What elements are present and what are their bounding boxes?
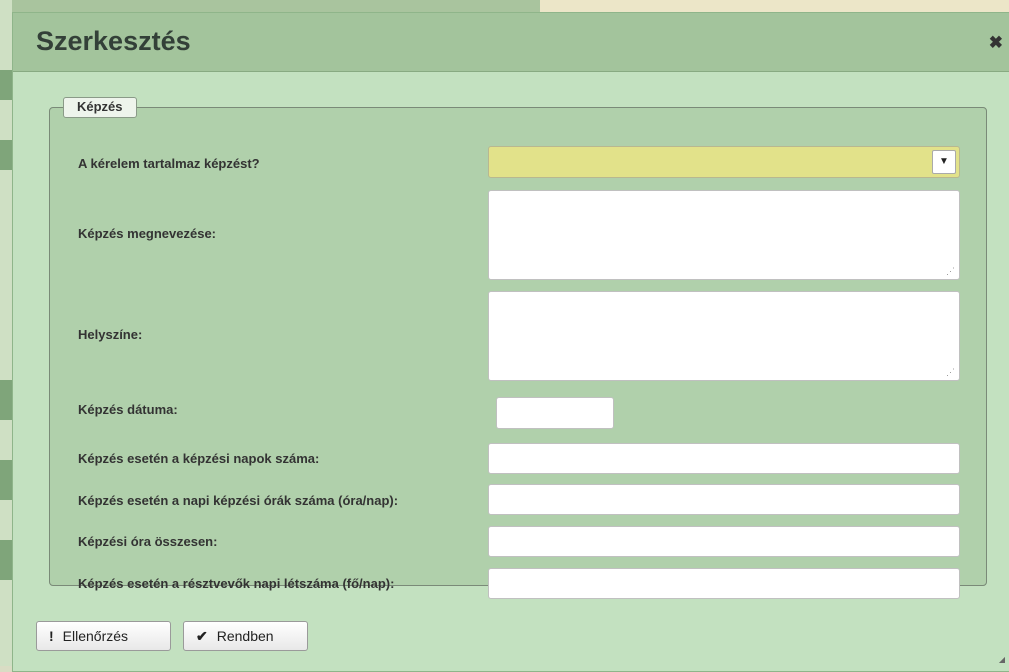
daily-hours-label: Képzés esetén a napi képzési órák száma …: [78, 493, 399, 508]
background-bar: [0, 460, 12, 500]
daily-hours-input[interactable]: [488, 484, 960, 515]
training-name-label: Képzés megnevezése:: [78, 226, 217, 241]
total-hours-label: Képzési óra összesen:: [78, 534, 218, 549]
training-name-textarea[interactable]: ⋰: [488, 190, 960, 280]
background-bar: [0, 380, 12, 420]
contains-training-label: A kérelem tartalmaz képzést?: [78, 156, 260, 171]
edit-dialog: Szerkesztés ✖ Képzés A kérelem tartalmaz…: [12, 12, 1009, 672]
location-textarea[interactable]: ⋰: [488, 291, 960, 381]
training-days-label: Képzés esetén a képzési napok száma:: [78, 451, 320, 466]
background-bar: [0, 140, 12, 170]
training-fieldset: Képzés A kérelem tartalmaz képzést? ▼ Ké…: [49, 97, 987, 599]
checkmark-icon: ✔: [196, 627, 208, 644]
resize-grip-icon[interactable]: ⋰: [946, 368, 955, 377]
background-app-panel: [540, 0, 1009, 12]
dialog-titlebar[interactable]: Szerkesztés ✖: [13, 13, 1009, 72]
fieldset-legend: Képzés: [63, 97, 137, 118]
background-bar: [0, 70, 12, 100]
total-hours-input[interactable]: [488, 526, 960, 557]
background-app-top: [12, 0, 1009, 12]
exclamation-icon: !: [49, 628, 54, 644]
dialog-resize-icon[interactable]: ◢: [999, 655, 1005, 664]
training-days-input[interactable]: [488, 443, 960, 474]
resize-grip-icon[interactable]: ⋰: [946, 267, 955, 276]
ok-button-label: Rendben: [216, 628, 274, 644]
check-button-label: Ellenőrzés: [62, 628, 129, 644]
close-icon[interactable]: ✖: [989, 33, 1003, 53]
dialog-title: Szerkesztés: [36, 26, 191, 56]
location-label: Helyszíne:: [78, 327, 143, 342]
check-button[interactable]: ! Ellenőrzés: [36, 621, 171, 651]
contains-training-select[interactable]: ▼: [488, 146, 960, 178]
participants-label: Képzés esetén a résztvevők napi létszáma…: [78, 576, 395, 591]
chevron-down-icon[interactable]: ▼: [932, 150, 956, 174]
training-date-label: Képzés dátuma:: [78, 402, 178, 417]
participants-input[interactable]: [488, 568, 960, 599]
training-date-input[interactable]: [496, 397, 614, 429]
background-bar: [0, 540, 12, 580]
background-app-edge: [0, 0, 12, 666]
ok-button[interactable]: ✔ Rendben: [183, 621, 308, 651]
